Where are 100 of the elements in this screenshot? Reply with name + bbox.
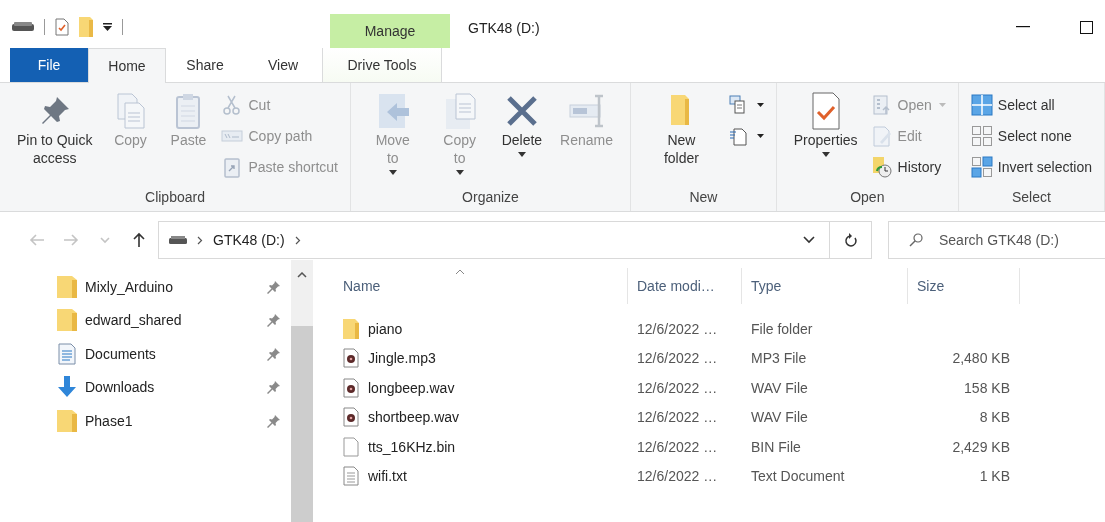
ribbon-button[interactable]: Pin to Quick access xyxy=(12,87,98,171)
pin-icon[interactable] xyxy=(267,279,281,294)
audio-file-icon xyxy=(343,407,359,428)
scroll-up-icon[interactable] xyxy=(297,272,307,278)
breadcrumb[interactable]: GTK48 (D:) xyxy=(213,232,285,248)
address-bar[interactable]: GTK48 (D:) xyxy=(158,221,830,259)
sidebar-item[interactable]: Downloads xyxy=(85,379,155,396)
group-label: Select xyxy=(1010,189,1052,207)
ribbon-tab[interactable]: Share xyxy=(166,48,244,82)
sidebar-item[interactable]: Phase1 xyxy=(85,412,133,429)
folder-icon xyxy=(57,309,77,332)
type-cell: Text Document xyxy=(751,468,845,485)
type-cell: MP3 File xyxy=(751,350,807,367)
type-cell: BIN File xyxy=(751,438,801,455)
dropdown-icon[interactable] xyxy=(103,23,112,31)
ribbon-button[interactable]: Select all xyxy=(970,93,1092,117)
pin-icon[interactable] xyxy=(267,380,281,395)
folder-icon xyxy=(343,318,359,339)
ribbon-tab[interactable]: File xyxy=(10,48,88,82)
minimize-icon[interactable] xyxy=(1016,26,1030,28)
refresh-button[interactable] xyxy=(830,221,872,259)
ribbon-button[interactable] xyxy=(727,93,764,117)
date-cell: 12/6/2022 … xyxy=(637,320,718,337)
file-name[interactable]: tts_16KHz.bin xyxy=(368,438,456,455)
invert-selection-icon xyxy=(970,156,993,178)
type-cell: File folder xyxy=(751,320,813,337)
chevron-right-icon[interactable] xyxy=(294,235,301,245)
ribbon-button[interactable]: Properties xyxy=(788,87,863,161)
properties-icon[interactable] xyxy=(55,18,69,36)
audio-file-icon xyxy=(343,348,359,369)
pin-icon[interactable] xyxy=(267,346,281,361)
search-input[interactable]: Search GTK48 (D:) xyxy=(937,231,1101,249)
caret-icon xyxy=(455,170,464,175)
column-header[interactable]: Type xyxy=(751,278,782,294)
caret-icon xyxy=(517,152,526,157)
scrollbar-thumb[interactable] xyxy=(291,326,313,522)
scrollbar[interactable] xyxy=(291,260,313,522)
column-header[interactable]: Name xyxy=(343,278,381,294)
type-cell: WAV File xyxy=(751,379,808,396)
pin-icon[interactable] xyxy=(267,413,281,428)
text-file-icon xyxy=(343,466,359,487)
search-field[interactable]: Search GTK48 (D:) xyxy=(888,221,1105,259)
ribbon-button[interactable]: Delete xyxy=(496,87,548,161)
file-name[interactable]: piano xyxy=(368,320,403,337)
ribbon-tab[interactable]: Home xyxy=(88,48,166,83)
chevron-right-icon[interactable] xyxy=(197,235,203,245)
select-none-icon xyxy=(970,125,993,147)
size-cell: 2,429 KB xyxy=(952,438,1010,455)
caret-icon xyxy=(938,103,946,107)
caret-icon xyxy=(388,170,397,175)
size-cell: 2,480 KB xyxy=(952,350,1010,367)
ribbon-button[interactable]: Invert selection xyxy=(970,155,1092,179)
date-cell: 12/6/2022 … xyxy=(637,409,718,426)
sidebar-item[interactable]: Documents xyxy=(85,345,156,362)
ribbon-tab[interactable]: Drive Tools xyxy=(322,48,442,82)
size-cell: 158 KB xyxy=(964,379,1010,396)
file-name[interactable]: shortbeep.wav xyxy=(368,409,460,426)
search-icon xyxy=(909,233,923,247)
pin-icon[interactable] xyxy=(267,313,281,328)
ribbon-button[interactable]: Select none xyxy=(970,124,1092,148)
file-name[interactable]: wifi.txt xyxy=(368,468,407,485)
history-icon xyxy=(870,156,893,178)
date-cell: 12/6/2022 … xyxy=(637,438,718,455)
ribbon-tab[interactable]: View xyxy=(244,48,322,82)
type-cell: WAV File xyxy=(751,409,808,426)
sidebar-item[interactable]: Mixly_Arduino xyxy=(85,278,173,295)
caret-icon xyxy=(756,103,764,107)
date-cell: 12/6/2022 … xyxy=(637,468,718,485)
group-label: Clipboard xyxy=(144,189,206,207)
chevron-down-icon[interactable] xyxy=(803,236,815,244)
caret-icon xyxy=(821,152,830,157)
column-header[interactable]: Date modi… xyxy=(637,278,715,294)
drive-icon xyxy=(169,236,187,244)
column-header[interactable]: Size xyxy=(917,278,945,294)
caret-icon xyxy=(756,134,764,138)
folder-icon xyxy=(57,409,77,432)
folder-icon xyxy=(57,275,77,298)
group-label: Organize xyxy=(461,189,520,207)
maximize-icon[interactable] xyxy=(1080,20,1093,34)
ribbon-button[interactable]: History xyxy=(870,155,946,179)
group-label: New xyxy=(688,189,719,207)
file-name[interactable]: Jingle.mp3 xyxy=(368,350,436,367)
drive-icon[interactable] xyxy=(12,22,34,32)
download-arrow-icon xyxy=(57,376,77,399)
file-name[interactable]: longbeep.wav xyxy=(368,379,455,396)
document-icon xyxy=(57,342,77,365)
refresh-icon xyxy=(843,232,858,248)
edit-icon xyxy=(870,125,893,147)
file-icon xyxy=(343,436,359,457)
date-cell: 12/6/2022 … xyxy=(637,350,718,367)
size-cell: 1 KB xyxy=(979,468,1010,485)
context-tab-header: Manage xyxy=(330,14,450,48)
audio-file-icon xyxy=(343,377,359,398)
document-icon xyxy=(727,125,750,147)
size-cell: 8 KB xyxy=(979,409,1010,426)
sidebar-item[interactable]: edward_shared xyxy=(85,312,182,329)
ribbon-button[interactable]: New folder xyxy=(643,87,720,171)
select-all-icon xyxy=(970,94,993,116)
date-cell: 12/6/2022 … xyxy=(637,379,718,396)
window-title: GTK48 (D:) xyxy=(468,19,540,38)
